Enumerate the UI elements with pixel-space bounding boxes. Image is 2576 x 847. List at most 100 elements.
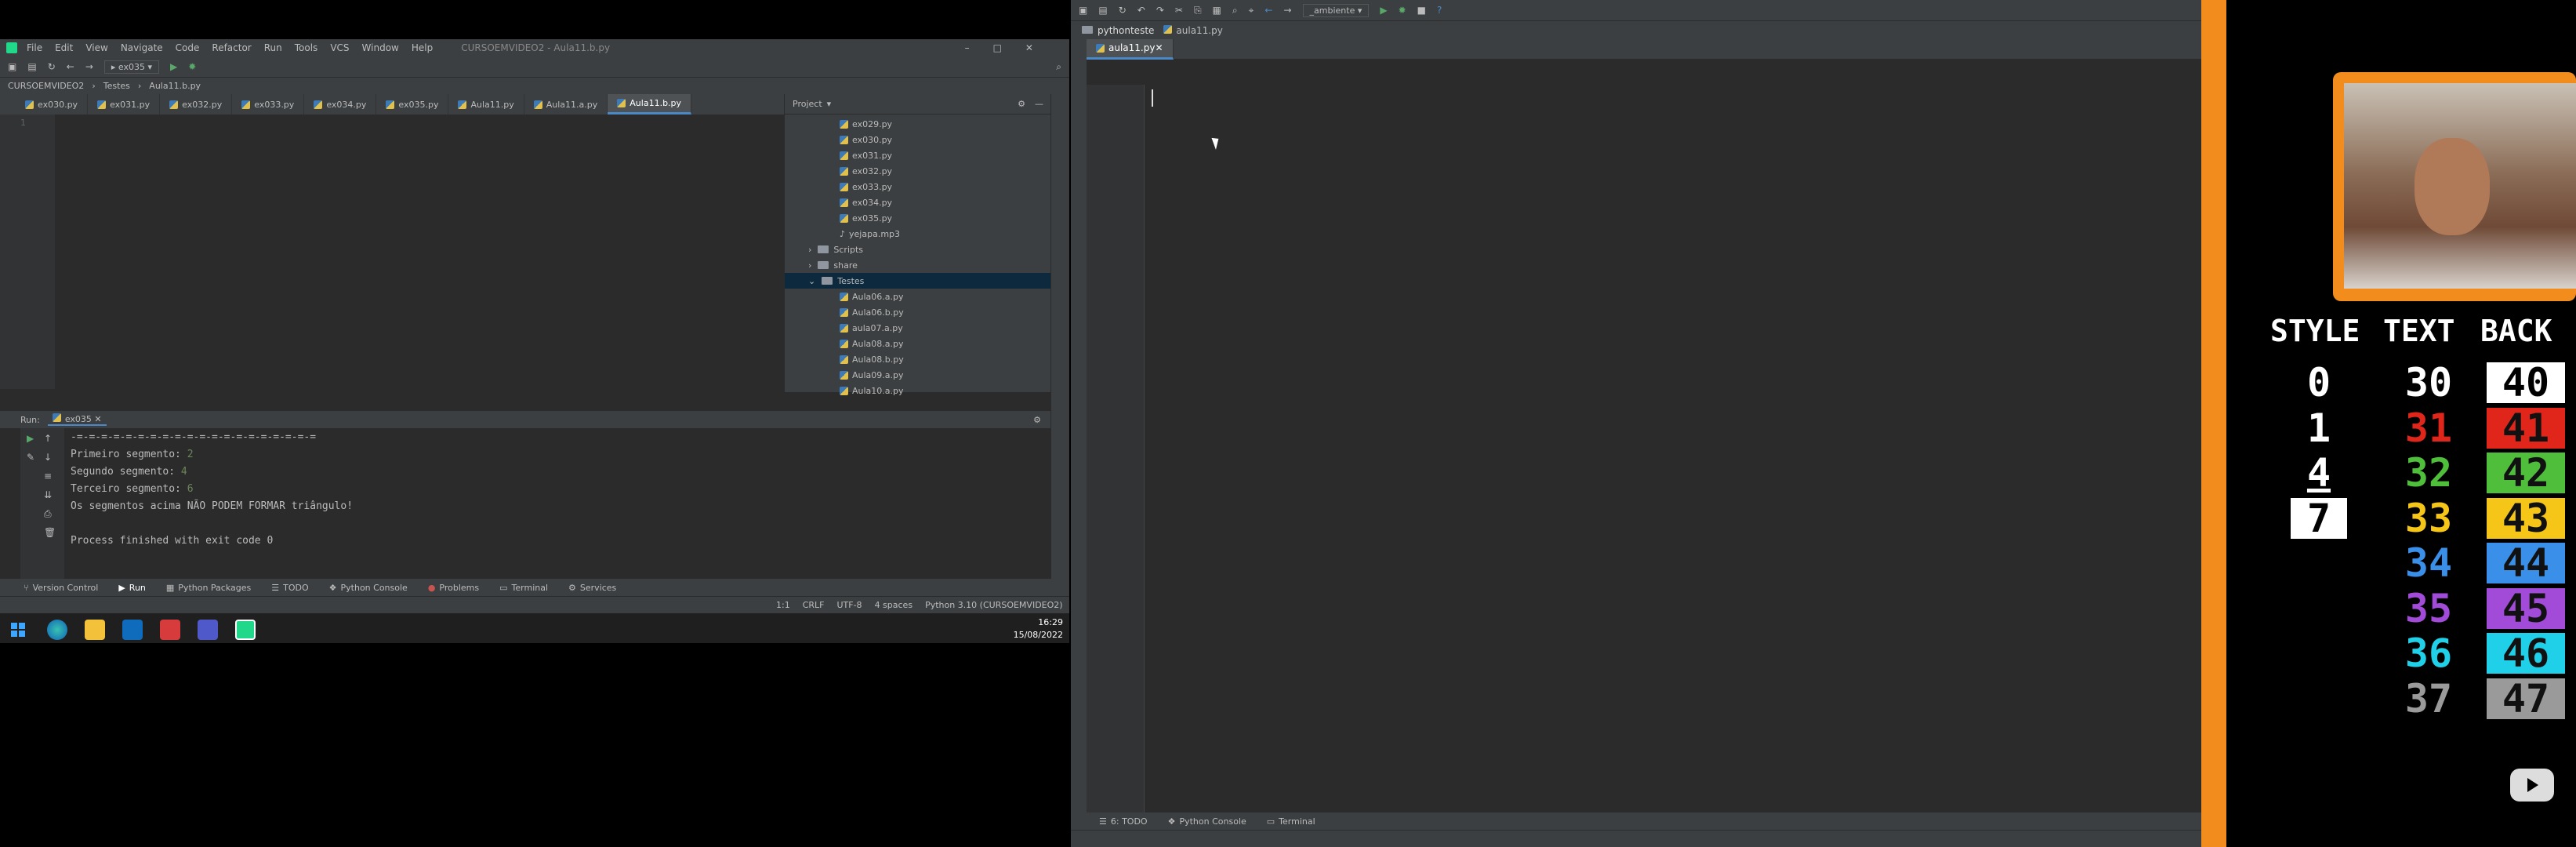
tab-aula11-right[interactable]: aula11.py ✕ bbox=[1087, 38, 1174, 60]
right-run-config[interactable]: _ambiente ▾ bbox=[1302, 3, 1370, 17]
tree-folder-scripts[interactable]: › Scripts bbox=[785, 242, 863, 257]
tool-terminal[interactable]: ▭ Terminal bbox=[499, 583, 548, 593]
cut-icon[interactable]: ✂ bbox=[1175, 5, 1183, 16]
tree-item[interactable]: Aula10.a.py bbox=[785, 383, 904, 398]
tree-item[interactable]: ex035.py bbox=[785, 210, 892, 226]
breadcrumb-folder[interactable]: Testes bbox=[103, 81, 130, 91]
status-line-sep[interactable]: CRLF bbox=[803, 600, 825, 610]
tree-item[interactable]: Aula09.a.py bbox=[785, 367, 904, 383]
tab-ex033[interactable]: ex033.py bbox=[232, 94, 305, 115]
tree-item[interactable]: Aula06.b.py bbox=[785, 304, 904, 320]
rerun-icon[interactable]: ▶ bbox=[27, 433, 34, 444]
tree-folder-share[interactable]: › share bbox=[785, 257, 858, 273]
menu-vcs[interactable]: VCS bbox=[330, 42, 349, 53]
tree-folder-testes[interactable]: ⌄ Testes bbox=[785, 273, 1051, 289]
status-position[interactable]: 1:1 bbox=[776, 600, 790, 610]
breadcrumb-file[interactable]: Aula11.b.py bbox=[149, 81, 201, 91]
outlook-icon[interactable] bbox=[122, 620, 143, 640]
panel-settings-icon[interactable]: ⚙ bbox=[1018, 99, 1025, 109]
tab-ex035[interactable]: ex035.py bbox=[376, 94, 449, 115]
find-icon[interactable]: ⌕ bbox=[1232, 5, 1238, 16]
print-icon[interactable]: ⎙ bbox=[44, 508, 52, 520]
project-crumb[interactable]: pythonteste bbox=[1082, 25, 1154, 36]
tool-run[interactable]: ▶ Run bbox=[118, 583, 146, 593]
tab-aula11[interactable]: Aula11.py bbox=[448, 94, 524, 115]
scroll-end-icon[interactable]: ⇊ bbox=[44, 489, 52, 500]
tree-item[interactable]: ex031.py bbox=[785, 147, 892, 163]
app-icon[interactable] bbox=[160, 620, 180, 640]
tab-ex031[interactable]: ex031.py bbox=[88, 94, 161, 115]
tool-services[interactable]: ⚙ Services bbox=[568, 583, 616, 593]
redo-icon[interactable]: ↷ bbox=[1156, 5, 1164, 16]
folder-icon[interactable]: ▣ bbox=[1079, 5, 1087, 16]
tool-version-control[interactable]: ⑂ Version Control bbox=[24, 583, 98, 593]
run-tab[interactable]: ex035 ✕ bbox=[47, 413, 107, 426]
menu-code[interactable]: Code bbox=[176, 42, 200, 53]
pycharm-taskbar-icon[interactable] bbox=[235, 620, 256, 640]
menu-file[interactable]: File bbox=[27, 42, 42, 53]
right-code-editor[interactable] bbox=[1087, 85, 2201, 812]
back-icon[interactable]: ← bbox=[67, 61, 74, 72]
menu-tools[interactable]: Tools bbox=[295, 42, 318, 53]
run-config-select[interactable]: ▸ ex035 ▾ bbox=[103, 60, 160, 74]
tool-problems[interactable]: ● Problems bbox=[428, 583, 479, 593]
tab-ex030[interactable]: ex030.py bbox=[16, 94, 89, 115]
menu-view[interactable]: View bbox=[85, 42, 107, 53]
forward-icon[interactable]: → bbox=[85, 61, 93, 72]
code-editor[interactable]: 1 bbox=[0, 115, 784, 389]
trash-icon[interactable]: 🗑 bbox=[44, 527, 56, 538]
run-icon[interactable]: ▶ bbox=[1380, 5, 1387, 16]
wrap-icon[interactable]: ≡ bbox=[44, 471, 52, 482]
tree-item[interactable]: Aula08.a.py bbox=[785, 336, 904, 351]
menu-refactor[interactable]: Refactor bbox=[212, 42, 251, 53]
back-icon[interactable]: ← bbox=[1264, 5, 1272, 16]
tool-python-console[interactable]: ❖ Python Console bbox=[1168, 816, 1246, 827]
save-icon[interactable]: ▤ bbox=[27, 61, 36, 72]
tree-item[interactable]: Aula08.b.py bbox=[785, 351, 904, 367]
window-controls[interactable]: –□✕ bbox=[965, 42, 1057, 53]
paste-icon[interactable]: ▦ bbox=[1213, 5, 1221, 16]
forward-icon[interactable]: → bbox=[1283, 5, 1291, 16]
menu-edit[interactable]: Edit bbox=[55, 42, 73, 53]
debug-icon[interactable]: ✹ bbox=[188, 61, 196, 72]
tool-todo[interactable]: ☰ 6: TODO bbox=[1099, 816, 1148, 827]
file-explorer-icon[interactable] bbox=[85, 620, 105, 640]
tab-aula11b[interactable]: Aula11.b.py bbox=[608, 94, 692, 115]
sync-icon[interactable]: ↻ bbox=[48, 61, 56, 72]
tree-item[interactable]: ex030.py bbox=[785, 132, 892, 147]
save-icon[interactable]: ▤ bbox=[1098, 5, 1107, 16]
tree-item[interactable]: aula07.a.py bbox=[785, 320, 903, 336]
tab-aula11a[interactable]: Aula11.a.py bbox=[524, 94, 608, 115]
stop-icon[interactable]: ■ bbox=[1417, 5, 1426, 16]
help-icon[interactable]: ? bbox=[1437, 5, 1442, 16]
tool-python-console[interactable]: ❖ Python Console bbox=[329, 583, 408, 593]
status-interpreter[interactable]: Python 3.10 (CURSOEMVIDEO2) bbox=[925, 600, 1063, 610]
teams-icon[interactable] bbox=[198, 620, 218, 640]
run-settings-icon[interactable]: ⚙ bbox=[1033, 415, 1041, 425]
tree-item[interactable]: ex029.py bbox=[785, 116, 892, 132]
down-icon[interactable]: ↓ bbox=[44, 452, 52, 463]
menu-run[interactable]: Run bbox=[264, 42, 282, 53]
status-encoding[interactable]: UTF-8 bbox=[836, 600, 862, 610]
copy-icon[interactable]: ⎘ bbox=[1194, 5, 1202, 16]
edge-icon[interactable] bbox=[47, 620, 67, 640]
debug-icon[interactable]: ✹ bbox=[1399, 5, 1406, 16]
tree-item[interactable]: ex033.py bbox=[785, 179, 892, 194]
start-icon[interactable] bbox=[11, 623, 25, 637]
tree-item[interactable]: ♪ yejapa.mp3 bbox=[785, 226, 900, 242]
undo-icon[interactable]: ↶ bbox=[1137, 5, 1145, 16]
status-indent[interactable]: 4 spaces bbox=[875, 600, 913, 610]
tree-item[interactable]: ex032.py bbox=[785, 163, 892, 179]
tool-python-packages[interactable]: ▦ Python Packages bbox=[166, 583, 251, 593]
tool-todo[interactable]: ☰ TODO bbox=[271, 583, 308, 593]
breadcrumb-root[interactable]: CURSOEMVIDEO2 bbox=[8, 81, 84, 91]
panel-hide-icon[interactable]: — bbox=[1035, 99, 1043, 109]
project-title[interactable]: Project bbox=[793, 99, 822, 109]
tree-item[interactable]: ex034.py bbox=[785, 194, 892, 210]
tree-item[interactable]: Aula06.a.py bbox=[785, 289, 904, 304]
file-crumb[interactable]: aula11.py bbox=[1163, 24, 1223, 36]
wrench-icon[interactable]: ✎ bbox=[27, 452, 34, 463]
up-icon[interactable]: ↑ bbox=[44, 433, 52, 444]
open-icon[interactable]: ▣ bbox=[8, 61, 16, 72]
clock[interactable]: 16:29 15/08/2022 bbox=[1014, 616, 1063, 642]
